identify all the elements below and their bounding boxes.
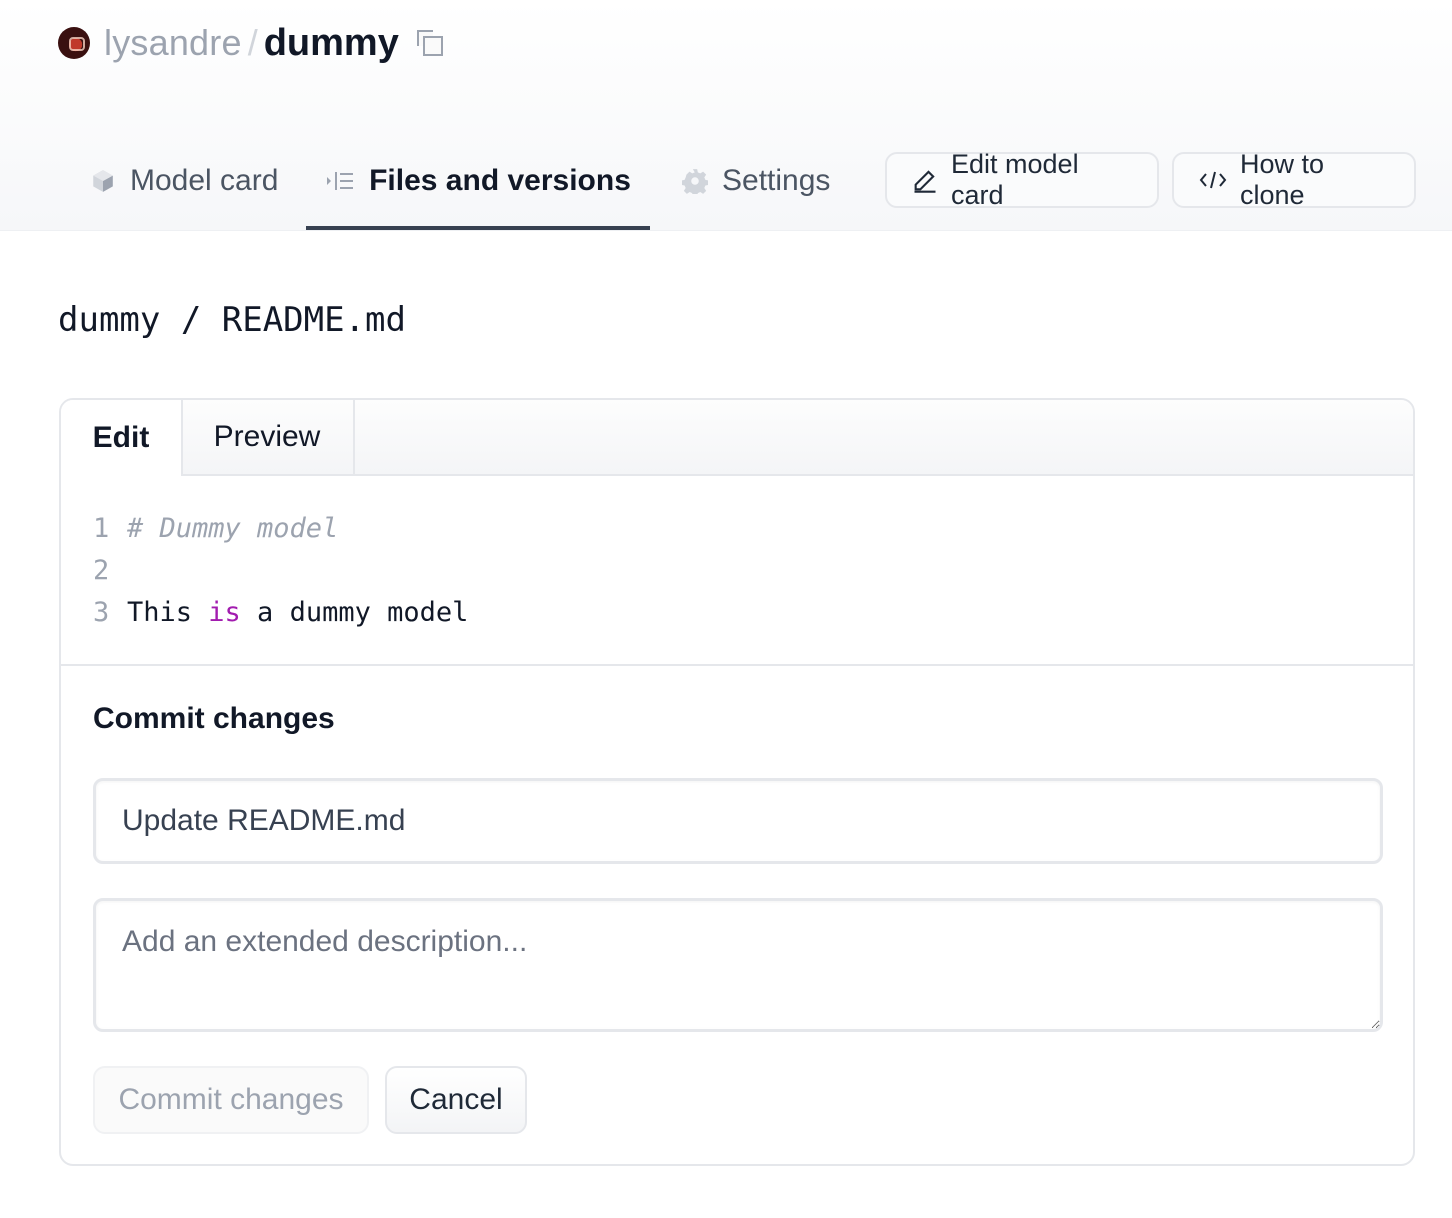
code-keyword: is bbox=[208, 596, 241, 628]
tab-files-label: Files and versions bbox=[369, 164, 631, 197]
commit-summary-input[interactable] bbox=[93, 778, 1383, 864]
copy-icon[interactable] bbox=[416, 30, 443, 56]
commit-heading: Commit changes bbox=[93, 702, 335, 735]
how-to-clone-button[interactable]: How to clone bbox=[1172, 149, 1416, 210]
line-number: 3 bbox=[93, 596, 110, 628]
active-tab-underline bbox=[306, 226, 650, 230]
edit-model-card-label: Edit model card bbox=[951, 149, 1079, 210]
code-comment: # Dummy model bbox=[127, 512, 339, 544]
tab-preview[interactable]: Preview bbox=[181, 400, 355, 474]
repo-name-link[interactable]: dummy bbox=[264, 22, 399, 65]
line-number: 2 bbox=[93, 554, 110, 586]
commit-description-textarea[interactable] bbox=[93, 898, 1383, 1032]
code-icon bbox=[1198, 168, 1228, 192]
code-editor[interactable]: 1 # Dummy model 2 3 This is a dummy mode… bbox=[61, 476, 1413, 666]
tab-model-card[interactable]: Model card bbox=[90, 145, 278, 217]
how-to-clone-label: How to clone bbox=[1240, 149, 1325, 210]
cancel-button[interactable]: Cancel bbox=[385, 1066, 527, 1134]
code-line: 3 This is a dummy model bbox=[93, 592, 468, 632]
tab-files-and-versions[interactable]: Files and versions bbox=[306, 145, 650, 217]
tab-model-card-label: Model card bbox=[130, 164, 279, 197]
edit-model-card-button[interactable]: Edit model card bbox=[885, 149, 1159, 210]
file-tree-icon bbox=[325, 169, 355, 193]
line-number: 1 bbox=[93, 512, 110, 544]
repo-owner-link[interactable]: lysandre bbox=[104, 22, 242, 64]
code-line: 1 # Dummy model bbox=[93, 508, 338, 548]
tab-edit[interactable]: Edit bbox=[61, 400, 183, 476]
editor-tabs: Edit Preview bbox=[61, 400, 1413, 476]
code-text: a dummy model bbox=[240, 596, 469, 628]
pencil-icon bbox=[911, 166, 939, 194]
file-breadcrumb: dummy / README.md bbox=[58, 300, 406, 340]
owner-avatar[interactable] bbox=[58, 27, 90, 59]
tab-settings[interactable]: Settings bbox=[682, 145, 830, 217]
code-text: This bbox=[127, 596, 209, 628]
code-line: 2 bbox=[93, 550, 127, 590]
repo-title: lysandre / dummy bbox=[58, 18, 443, 68]
repo-header: lysandre / dummy Model card Files and ve… bbox=[0, 0, 1452, 231]
commit-changes-button[interactable]: Commit changes bbox=[93, 1066, 369, 1134]
gear-icon bbox=[682, 168, 708, 194]
cube-icon bbox=[90, 168, 116, 194]
repo-separator: / bbox=[247, 22, 258, 63]
editor-card: Edit Preview 1 # Dummy model 2 3 This is… bbox=[59, 398, 1415, 1166]
tab-settings-label: Settings bbox=[722, 164, 831, 197]
